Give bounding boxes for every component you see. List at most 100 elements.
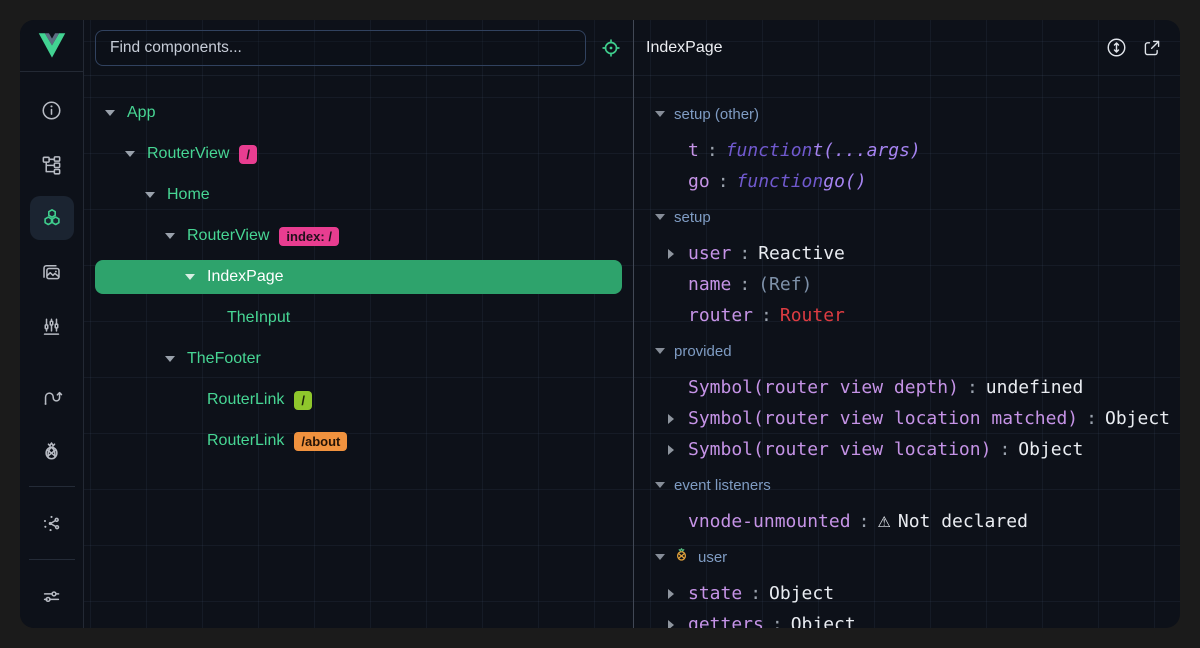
section-label: setup bbox=[674, 209, 711, 226]
state-key: getters bbox=[688, 614, 764, 628]
state-value: Not declared bbox=[898, 511, 1028, 532]
tree-item-label: IndexPage bbox=[207, 268, 284, 286]
mixer-levels-icon bbox=[40, 315, 63, 338]
sidebar-item-components[interactable] bbox=[30, 196, 74, 240]
state-row[interactable]: Symbol(router view depth):undefined bbox=[655, 372, 1180, 403]
key-value-separator: : bbox=[1086, 408, 1097, 429]
sidebar-item-outline[interactable] bbox=[30, 142, 74, 186]
inspector-header: IndexPage bbox=[634, 20, 1180, 76]
expand-toggle[interactable] bbox=[121, 151, 139, 157]
state-value: function bbox=[737, 171, 824, 192]
images-icon bbox=[40, 261, 63, 284]
component-tree-icon bbox=[40, 153, 63, 176]
section-label: event listeners bbox=[674, 477, 771, 494]
tree-item[interactable]: RouterLink/ bbox=[95, 383, 622, 417]
tree-item[interactable]: RouterView index: / bbox=[95, 219, 622, 253]
devtools-panel: App RouterView/Home RouterView index: / Inde… bbox=[20, 20, 1180, 628]
tree-item[interactable]: RouterLink/about bbox=[95, 424, 622, 458]
tree-item-label: TheFooter bbox=[187, 350, 261, 368]
inspector-state: setup (other)t:function t(...args)go:fun… bbox=[634, 76, 1180, 628]
info-icon bbox=[40, 99, 63, 122]
state-value: Object bbox=[1018, 439, 1083, 460]
key-value-separator: : bbox=[739, 274, 750, 295]
state-value: go() bbox=[823, 171, 866, 192]
state-row[interactable]: Symbol(router view location):Object bbox=[655, 434, 1180, 465]
pineapple-icon bbox=[40, 439, 63, 462]
inspector-panel: IndexPage setup (other)t:function t(...a… bbox=[633, 20, 1180, 628]
state-row[interactable]: name: (Ref) bbox=[655, 269, 1180, 300]
section-label: setup (other) bbox=[674, 106, 759, 123]
components-hexagons-icon bbox=[40, 206, 64, 230]
sidebar-item-assets[interactable] bbox=[30, 250, 74, 294]
sidebar-item-pinia[interactable] bbox=[30, 428, 74, 472]
section-header[interactable]: event listeners bbox=[655, 470, 1180, 500]
state-row[interactable]: go:function go() bbox=[655, 166, 1180, 197]
key-value-separator: : bbox=[772, 614, 783, 628]
tree-item-label: TheInput bbox=[227, 309, 290, 327]
expand-arrow-icon[interactable] bbox=[668, 589, 688, 599]
tree-item[interactable]: App bbox=[95, 96, 622, 130]
state-row[interactable]: vnode-unmounted:⚠Not declared bbox=[655, 506, 1180, 537]
tree-item[interactable]: IndexPage bbox=[95, 260, 622, 294]
tree-item[interactable]: RouterView/ bbox=[95, 137, 622, 171]
state-key: Symbol(router view location) bbox=[688, 439, 991, 460]
state-row[interactable]: Symbol(router view location matched):Obj… bbox=[655, 403, 1180, 434]
sidebar-item-overview[interactable] bbox=[30, 88, 74, 132]
tree-item[interactable]: TheInput bbox=[95, 301, 622, 335]
state-section: user state:Object getters: Object bbox=[655, 542, 1180, 628]
tree-item-label: RouterLink bbox=[207, 391, 284, 409]
sidebar-item-graph[interactable] bbox=[30, 501, 74, 545]
sliders-icon bbox=[40, 585, 63, 608]
component-picker-button[interactable] bbox=[594, 31, 628, 65]
section-header[interactable]: setup bbox=[655, 202, 1180, 232]
state-key: vnode-unmounted bbox=[688, 511, 851, 532]
expand-toggle[interactable] bbox=[101, 110, 119, 116]
sidebar-item-settings[interactable] bbox=[30, 574, 74, 618]
scroll-to-component-button[interactable] bbox=[1102, 34, 1130, 62]
expand-arrow-icon[interactable] bbox=[668, 620, 688, 629]
tree-item[interactable]: Home bbox=[95, 178, 622, 212]
section-header[interactable]: setup (other) bbox=[655, 99, 1180, 129]
external-link-icon bbox=[1141, 37, 1163, 59]
sidebar bbox=[20, 20, 84, 628]
component-tree-panel: App RouterView/Home RouterView index: / Inde… bbox=[84, 20, 633, 628]
section-collapse-icon bbox=[655, 214, 665, 220]
expand-toggle[interactable] bbox=[141, 192, 159, 198]
key-value-separator: : bbox=[859, 511, 870, 532]
state-row[interactable]: state:Object bbox=[655, 578, 1180, 609]
state-key: router bbox=[688, 305, 753, 326]
state-value: Object bbox=[791, 614, 856, 628]
route-badge: index: / bbox=[279, 227, 339, 246]
state-row[interactable]: router:Router bbox=[655, 300, 1180, 331]
open-in-editor-button[interactable] bbox=[1138, 34, 1166, 62]
expand-toggle[interactable] bbox=[181, 274, 199, 280]
tree-item-label: RouterView bbox=[187, 227, 269, 245]
state-section: setup user:Reactivename: (Ref)router:Rout… bbox=[655, 202, 1180, 331]
state-row[interactable]: getters: Object bbox=[655, 609, 1180, 628]
state-row[interactable]: t:function t(...args) bbox=[655, 135, 1180, 166]
state-row[interactable]: user:Reactive bbox=[655, 238, 1180, 269]
expand-arrow-icon[interactable] bbox=[668, 249, 688, 259]
key-value-separator: : bbox=[967, 377, 978, 398]
state-value: (Ref) bbox=[758, 274, 812, 295]
scroll-arrows-icon bbox=[1105, 36, 1128, 59]
tree-item-label: RouterView bbox=[147, 145, 229, 163]
expand-toggle[interactable] bbox=[161, 233, 179, 239]
sidebar-item-timeline[interactable] bbox=[30, 304, 74, 348]
key-value-separator: : bbox=[707, 140, 718, 161]
section-label: user bbox=[698, 549, 727, 566]
state-key: user bbox=[688, 243, 731, 264]
expand-arrow-icon[interactable] bbox=[668, 445, 688, 455]
state-value: function bbox=[726, 140, 813, 161]
section-collapse-icon bbox=[655, 482, 665, 488]
section-header[interactable]: user bbox=[655, 542, 1180, 572]
section-label: provided bbox=[674, 343, 732, 360]
state-value: t(...args) bbox=[812, 140, 920, 161]
sidebar-item-router[interactable] bbox=[30, 374, 74, 418]
search-input[interactable] bbox=[95, 30, 586, 66]
expand-arrow-icon[interactable] bbox=[668, 414, 688, 424]
sidebar-divider bbox=[29, 486, 75, 487]
expand-toggle[interactable] bbox=[161, 356, 179, 362]
tree-item[interactable]: TheFooter bbox=[95, 342, 622, 376]
section-header[interactable]: provided bbox=[655, 336, 1180, 366]
